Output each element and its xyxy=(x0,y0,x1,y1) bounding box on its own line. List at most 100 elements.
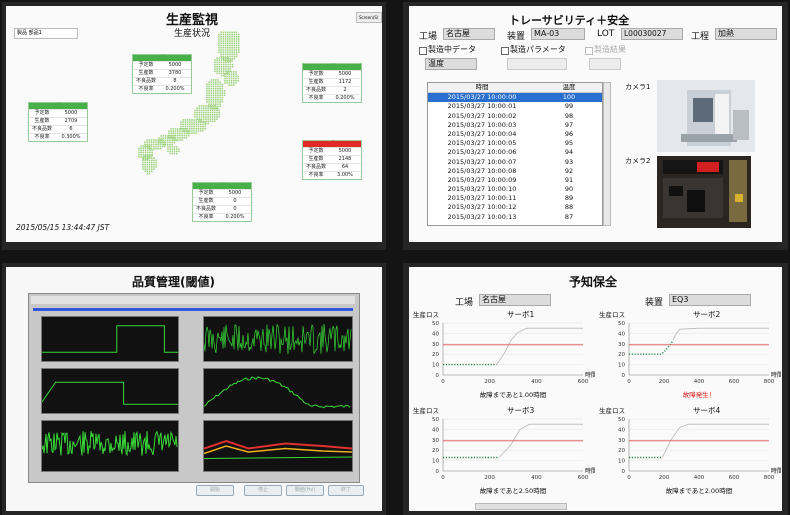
threshold-button[interactable]: 閾値(Hz) xyxy=(286,485,324,496)
map-dot xyxy=(202,125,204,128)
map-dot xyxy=(169,139,171,142)
map-dot xyxy=(146,157,149,159)
measure-select[interactable]: 温度 xyxy=(425,58,477,70)
table-row[interactable]: 2015/03/27 10:00:07 93 xyxy=(428,158,602,167)
tab-parameters[interactable]: 製造パラメータ xyxy=(510,44,566,55)
map-dot xyxy=(233,75,235,78)
map-dot xyxy=(215,94,217,97)
map-dot xyxy=(235,44,238,47)
map-dot xyxy=(195,123,198,126)
servo-chart-4: 生産ロス サーボ4 0 10 20 30 40 50 0 200 400 600 800 時間 故障まであと… xyxy=(595,403,781,499)
map-dot xyxy=(140,154,142,156)
table-row[interactable]: 2015/03/27 10:00:13 87 xyxy=(428,213,602,222)
map-dot xyxy=(218,61,221,64)
map-dot xyxy=(189,121,191,123)
blank-select-2[interactable] xyxy=(589,58,621,70)
map-dot xyxy=(177,132,179,135)
tab-results-checkbox[interactable] xyxy=(585,47,593,55)
map-dot xyxy=(224,53,227,56)
map-dot xyxy=(173,137,176,139)
table-row[interactable]: 2015/03/27 10:00:02 98 xyxy=(428,112,602,121)
map-dot xyxy=(144,141,146,143)
map-dot xyxy=(227,38,229,40)
map-dot xyxy=(229,42,231,45)
map-dot xyxy=(209,114,212,116)
table-row[interactable]: 2015/03/27 10:00:00 100 xyxy=(428,93,602,103)
y-axis-label: 生産ロス xyxy=(413,406,439,415)
map-dot xyxy=(231,38,233,40)
map-dot xyxy=(209,109,212,112)
bottom-scrollbar[interactable] xyxy=(475,503,567,510)
start-button[interactable]: 開始 xyxy=(196,485,234,496)
tab-current-data-checkbox[interactable] xyxy=(419,47,427,55)
map-dot xyxy=(227,49,229,51)
map-dot xyxy=(227,36,229,38)
monitor-traceability: トレーサビリティ＋安全 工場 名古屋 装置 MA-03 LOT L0003002… xyxy=(403,2,788,250)
tab-current-data[interactable]: 製造中データ xyxy=(428,44,476,55)
map-dot xyxy=(222,31,225,34)
map-dot xyxy=(225,57,227,59)
map-dot xyxy=(224,38,227,40)
table-row[interactable]: 2015/03/27 10:00:06 94 xyxy=(428,148,602,157)
device-select[interactable]: MA-03 xyxy=(531,28,585,40)
table-row[interactable]: 2015/03/27 10:00:12 88 xyxy=(428,203,602,212)
table-row[interactable]: 2015/03/27 10:00:05 95 xyxy=(428,139,602,148)
map-dot xyxy=(149,149,151,152)
factory-select[interactable]: 名古屋 xyxy=(479,294,551,306)
map-dot xyxy=(167,135,169,137)
map-dot xyxy=(209,105,212,107)
map-dot xyxy=(162,137,165,139)
camera2-label: カメラ2 xyxy=(625,157,651,165)
map-dot xyxy=(211,107,214,109)
table-row[interactable]: 2015/03/27 10:00:04 96 xyxy=(428,130,602,139)
map-dot xyxy=(173,152,176,155)
table-row[interactable]: 2015/03/27 10:00:03 97 xyxy=(428,121,602,130)
tab-results[interactable]: 製造結果 xyxy=(594,44,626,55)
end-button[interactable]: 終了 xyxy=(328,485,364,496)
map-dot xyxy=(223,68,225,70)
table-row[interactable]: 2015/03/27 10:00:08 92 xyxy=(428,167,602,176)
map-dot xyxy=(224,75,226,78)
map-dot xyxy=(211,105,214,107)
map-dot xyxy=(209,118,212,120)
map-dot xyxy=(209,120,212,123)
temperature-cell: 99 xyxy=(564,102,574,111)
device-select[interactable]: EQ3 xyxy=(669,294,751,306)
map-dot xyxy=(235,38,238,40)
x-axis-label: 時間 xyxy=(585,371,595,379)
map-dot xyxy=(212,103,215,105)
map-dot xyxy=(172,128,175,130)
lot-select[interactable]: L00030027 xyxy=(621,28,683,40)
map-dot xyxy=(148,159,151,162)
map-dot xyxy=(210,88,213,90)
map-dot xyxy=(233,42,236,45)
map-dot xyxy=(150,148,153,150)
table-row[interactable]: 2015/03/27 10:00:11 89 xyxy=(428,194,602,203)
map-dot xyxy=(167,144,169,146)
scope-plot-6 xyxy=(203,420,353,472)
table-row[interactable]: 2015/03/27 10:00:01 99 xyxy=(428,102,602,111)
table-row[interactable]: 2015/03/27 10:00:10 90 xyxy=(428,185,602,194)
map-dot xyxy=(180,121,182,123)
tab-parameters-checkbox[interactable] xyxy=(501,47,509,55)
map-dot xyxy=(157,148,159,150)
scope-toolbar[interactable] xyxy=(31,296,355,304)
map-dot xyxy=(188,134,190,137)
map-dot xyxy=(155,161,157,164)
process-select[interactable]: 加熱 xyxy=(715,28,777,40)
stop-button[interactable]: 停止 xyxy=(244,485,282,496)
map-dot xyxy=(207,120,209,123)
table-scrollbar[interactable] xyxy=(603,82,611,226)
map-dot xyxy=(214,114,216,116)
map-dot xyxy=(146,141,148,143)
map-dot xyxy=(193,125,195,128)
blank-select-1[interactable] xyxy=(507,58,567,70)
table-row[interactable]: 2015/03/27 10:00:09 91 xyxy=(428,176,602,185)
process-value: 加熱 xyxy=(718,29,734,38)
product-select[interactable]: 製品 部品1 xyxy=(14,28,78,39)
y-tick-label: 0 xyxy=(436,373,440,379)
map-dot xyxy=(235,31,238,34)
map-dot xyxy=(222,40,225,42)
screen-button[interactable]: Screen(S) xyxy=(356,12,382,23)
factory-select[interactable]: 名古屋 xyxy=(443,28,495,40)
